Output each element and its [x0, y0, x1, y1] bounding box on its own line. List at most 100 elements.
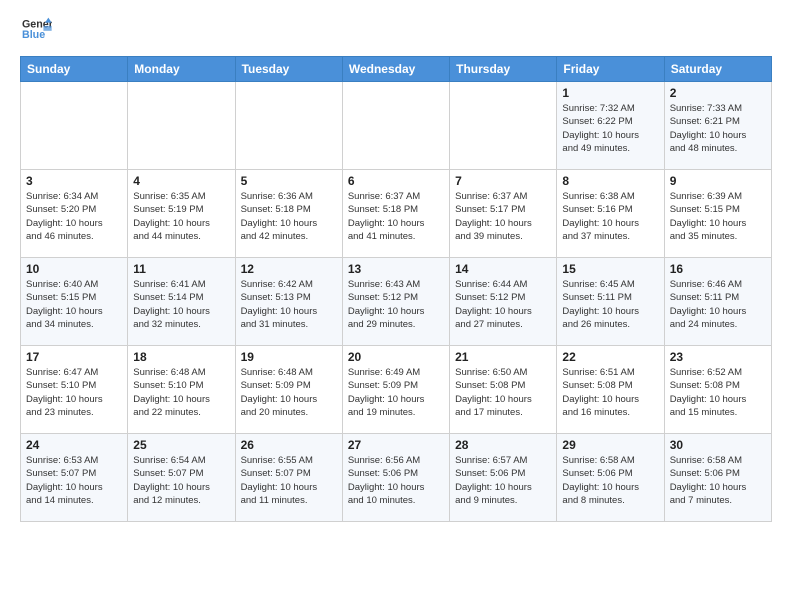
day-of-week-header: Wednesday	[342, 57, 449, 82]
day-info: Sunrise: 6:48 AM Sunset: 5:09 PM Dayligh…	[241, 366, 337, 419]
day-info: Sunrise: 6:39 AM Sunset: 5:15 PM Dayligh…	[670, 190, 766, 243]
calendar-cell: 28Sunrise: 6:57 AM Sunset: 5:06 PM Dayli…	[450, 434, 557, 522]
day-info: Sunrise: 6:41 AM Sunset: 5:14 PM Dayligh…	[133, 278, 229, 331]
calendar-cell: 24 Sunrise: 6:53 AM Sunset: 5:07 PM Dayli…	[21, 434, 128, 522]
calendar-cell: 21Sunrise: 6:50 AM Sunset: 5:08 PM Dayli…	[450, 346, 557, 434]
day-info: Sunrise: 6:51 AM Sunset: 5:08 PM Dayligh…	[562, 366, 658, 419]
calendar-cell	[235, 82, 342, 170]
calendar-cell: 11 Sunrise: 6:41 AM Sunset: 5:14 PM Dayli…	[128, 258, 235, 346]
calendar-cell: 20 Sunrise: 6:49 AM Sunset: 5:09 PM Dayli…	[342, 346, 449, 434]
day-info: Sunrise: 6:47 AM Sunset: 5:10 PM Dayligh…	[26, 366, 122, 419]
day-info: Sunrise: 6:38 AM Sunset: 5:16 PM Dayligh…	[562, 190, 658, 243]
day-number: 25	[133, 438, 229, 452]
calendar-cell: 29 Sunrise: 6:58 AM Sunset: 5:06 PM Dayli…	[557, 434, 664, 522]
calendar-week-row: 24 Sunrise: 6:53 AM Sunset: 5:07 PM Dayli…	[21, 434, 772, 522]
day-number: 22	[562, 350, 658, 364]
day-number: 9	[670, 174, 766, 188]
calendar-cell: 30 Sunrise: 6:58 AM Sunset: 5:06 PM Dayli…	[664, 434, 771, 522]
day-number: 1	[562, 86, 658, 100]
day-number: 12	[241, 262, 337, 276]
day-info: Sunrise: 6:58 AM Sunset: 5:06 PM Dayligh…	[670, 454, 766, 507]
svg-text:Blue: Blue	[22, 29, 45, 41]
page: General Blue SundayMondayTuesdayWednesda…	[0, 0, 792, 532]
day-number: 26	[241, 438, 337, 452]
day-number: 4	[133, 174, 229, 188]
day-info: Sunrise: 6:55 AM Sunset: 5:07 PM Dayligh…	[241, 454, 337, 507]
day-number: 10	[26, 262, 122, 276]
day-number: 6	[348, 174, 444, 188]
calendar-cell: 15 Sunrise: 6:45 AM Sunset: 5:11 PM Dayli…	[557, 258, 664, 346]
day-info: Sunrise: 6:53 AM Sunset: 5:07 PM Dayligh…	[26, 454, 122, 507]
day-number: 7	[455, 174, 551, 188]
day-info: Sunrise: 6:58 AM Sunset: 5:06 PM Dayligh…	[562, 454, 658, 507]
calendar-cell: 3 Sunrise: 6:34 AM Sunset: 5:20 PM Daylig…	[21, 170, 128, 258]
day-info: Sunrise: 6:35 AM Sunset: 5:19 PM Dayligh…	[133, 190, 229, 243]
day-number: 20	[348, 350, 444, 364]
calendar-week-row: 1 Sunrise: 7:32 AM Sunset: 6:22 PM Daylig…	[21, 82, 772, 170]
calendar-cell: 16Sunrise: 6:46 AM Sunset: 5:11 PM Dayli…	[664, 258, 771, 346]
day-number: 19	[241, 350, 337, 364]
day-number: 27	[348, 438, 444, 452]
day-info: Sunrise: 6:48 AM Sunset: 5:10 PM Dayligh…	[133, 366, 229, 419]
day-of-week-header: Tuesday	[235, 57, 342, 82]
logo-icon: General Blue	[20, 16, 52, 44]
calendar-cell: 12 Sunrise: 6:42 AM Sunset: 5:13 PM Dayli…	[235, 258, 342, 346]
calendar-cell: 1 Sunrise: 7:32 AM Sunset: 6:22 PM Daylig…	[557, 82, 664, 170]
calendar-cell: 7 Sunrise: 6:37 AM Sunset: 5:17 PM Daylig…	[450, 170, 557, 258]
calendar-cell: 27 Sunrise: 6:56 AM Sunset: 5:06 PM Dayli…	[342, 434, 449, 522]
day-info: Sunrise: 6:50 AM Sunset: 5:08 PM Dayligh…	[455, 366, 551, 419]
day-number: 18	[133, 350, 229, 364]
header: General Blue	[20, 16, 772, 44]
day-number: 17	[26, 350, 122, 364]
day-number: 3	[26, 174, 122, 188]
day-info: Sunrise: 6:54 AM Sunset: 5:07 PM Dayligh…	[133, 454, 229, 507]
day-number: 2	[670, 86, 766, 100]
day-number: 5	[241, 174, 337, 188]
day-info: Sunrise: 6:37 AM Sunset: 5:17 PM Dayligh…	[455, 190, 551, 243]
calendar-cell: 25 Sunrise: 6:54 AM Sunset: 5:07 PM Dayli…	[128, 434, 235, 522]
calendar-cell: 18 Sunrise: 6:48 AM Sunset: 5:10 PM Dayli…	[128, 346, 235, 434]
day-info: Sunrise: 6:52 AM Sunset: 5:08 PM Dayligh…	[670, 366, 766, 419]
day-info: Sunrise: 6:40 AM Sunset: 5:15 PM Dayligh…	[26, 278, 122, 331]
calendar-cell: 23 Sunrise: 6:52 AM Sunset: 5:08 PM Dayli…	[664, 346, 771, 434]
calendar-cell	[21, 82, 128, 170]
calendar-week-row: 10 Sunrise: 6:40 AM Sunset: 5:15 PM Dayli…	[21, 258, 772, 346]
day-number: 24	[26, 438, 122, 452]
calendar-table: SundayMondayTuesdayWednesdayThursdayFrid…	[20, 56, 772, 522]
day-of-week-header: Thursday	[450, 57, 557, 82]
calendar-cell: 2Sunrise: 7:33 AM Sunset: 6:21 PM Daylig…	[664, 82, 771, 170]
logo: General Blue	[20, 16, 52, 44]
calendar-week-row: 3 Sunrise: 6:34 AM Sunset: 5:20 PM Daylig…	[21, 170, 772, 258]
day-number: 29	[562, 438, 658, 452]
day-info: Sunrise: 6:46 AM Sunset: 5:11 PM Dayligh…	[670, 278, 766, 331]
calendar-cell: 10 Sunrise: 6:40 AM Sunset: 5:15 PM Dayli…	[21, 258, 128, 346]
day-info: Sunrise: 6:36 AM Sunset: 5:18 PM Dayligh…	[241, 190, 337, 243]
day-of-week-header: Friday	[557, 57, 664, 82]
day-number: 8	[562, 174, 658, 188]
day-info: Sunrise: 6:37 AM Sunset: 5:18 PM Dayligh…	[348, 190, 444, 243]
day-info: Sunrise: 6:45 AM Sunset: 5:11 PM Dayligh…	[562, 278, 658, 331]
day-info: Sunrise: 6:44 AM Sunset: 5:12 PM Dayligh…	[455, 278, 551, 331]
day-info: Sunrise: 6:43 AM Sunset: 5:12 PM Dayligh…	[348, 278, 444, 331]
calendar-cell: 14Sunrise: 6:44 AM Sunset: 5:12 PM Dayli…	[450, 258, 557, 346]
calendar-cell: 22 Sunrise: 6:51 AM Sunset: 5:08 PM Dayli…	[557, 346, 664, 434]
day-info: Sunrise: 6:56 AM Sunset: 5:06 PM Dayligh…	[348, 454, 444, 507]
day-info: Sunrise: 6:42 AM Sunset: 5:13 PM Dayligh…	[241, 278, 337, 331]
day-info: Sunrise: 6:34 AM Sunset: 5:20 PM Dayligh…	[26, 190, 122, 243]
calendar-cell: 6 Sunrise: 6:37 AM Sunset: 5:18 PM Daylig…	[342, 170, 449, 258]
day-number: 30	[670, 438, 766, 452]
day-headers-row: SundayMondayTuesdayWednesdayThursdayFrid…	[21, 57, 772, 82]
day-number: 11	[133, 262, 229, 276]
calendar-cell: 17 Sunrise: 6:47 AM Sunset: 5:10 PM Dayli…	[21, 346, 128, 434]
calendar-cell	[128, 82, 235, 170]
day-of-week-header: Sunday	[21, 57, 128, 82]
day-number: 15	[562, 262, 658, 276]
day-info: Sunrise: 6:49 AM Sunset: 5:09 PM Dayligh…	[348, 366, 444, 419]
day-number: 13	[348, 262, 444, 276]
calendar-week-row: 17 Sunrise: 6:47 AM Sunset: 5:10 PM Dayli…	[21, 346, 772, 434]
calendar-cell: 5 Sunrise: 6:36 AM Sunset: 5:18 PM Daylig…	[235, 170, 342, 258]
day-info: Sunrise: 7:32 AM Sunset: 6:22 PM Dayligh…	[562, 102, 658, 155]
calendar-cell	[342, 82, 449, 170]
day-number: 23	[670, 350, 766, 364]
day-number: 28	[455, 438, 551, 452]
